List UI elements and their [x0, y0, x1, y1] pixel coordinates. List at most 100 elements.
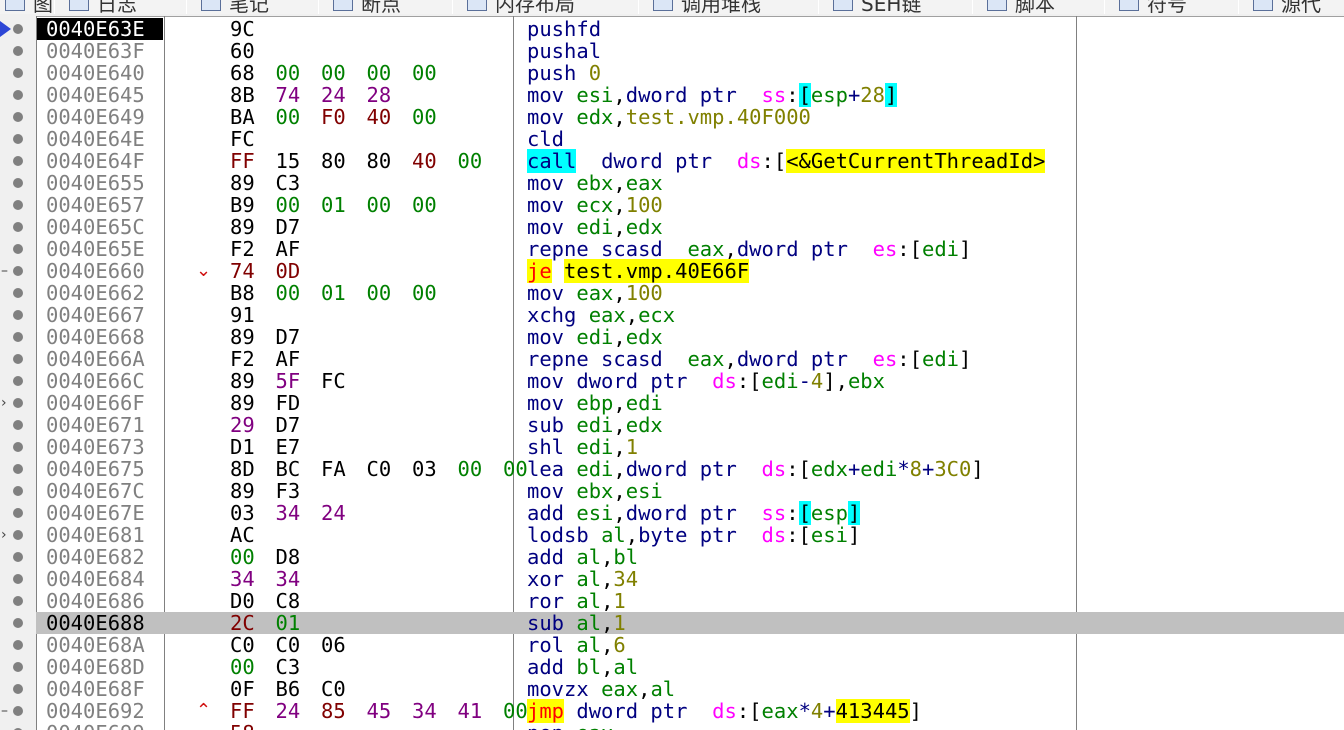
- instruction-address[interactable]: 0040E67E: [46, 502, 145, 524]
- instruction-address[interactable]: 0040E65C: [46, 216, 145, 238]
- breakpoint-dot-icon[interactable]: [13, 200, 23, 210]
- instruction-address[interactable]: 0040E686: [46, 590, 145, 612]
- tab-6[interactable]: SEH链: [818, 0, 974, 14]
- instruction-row[interactable]: 0040E63F 60 pushal: [0, 40, 1344, 62]
- instruction-address[interactable]: 0040E668: [46, 326, 145, 348]
- breakpoint-dot-icon[interactable]: [13, 134, 23, 144]
- instruction-row[interactable]: 0040E684 34 34 xor al,34: [0, 568, 1344, 590]
- instruction-row[interactable]: 0040E649 BA 00 F0 40 00 mov edx,test.vmp.40F00…: [0, 106, 1344, 128]
- tab-5[interactable]: 调用堆栈: [638, 0, 820, 14]
- instruction-address[interactable]: 0040E68F: [46, 678, 145, 700]
- disassembly-text[interactable]: add bl,al: [527, 656, 638, 678]
- instruction-row[interactable]: – 0040E660 ⌄ 74 0D je test.vmp.40E66F: [0, 259, 1344, 283]
- instruction-address[interactable]: 0040E655: [46, 172, 145, 194]
- instruction-row[interactable]: 0040E68F 0F B6 C0 movzx eax,al: [0, 678, 1344, 700]
- tab-1[interactable]: 日志: [54, 0, 188, 14]
- disassembly-text[interactable]: call dword ptr ds:[<&GetCurrentThreadId>: [527, 149, 1046, 173]
- instruction-address[interactable]: 0040E65E: [46, 238, 145, 260]
- instruction-address[interactable]: 0040E684: [46, 568, 145, 590]
- instruction-address[interactable]: 0040E640: [46, 62, 145, 84]
- disassembly-text[interactable]: movzx eax,al: [527, 678, 675, 700]
- instruction-row[interactable]: 0040E667 91 xchg eax,ecx: [0, 304, 1344, 326]
- breakpoint-dot-icon[interactable]: [13, 266, 23, 276]
- instruction-row[interactable]: 0040E63E 9C pushfd: [0, 18, 1344, 40]
- disassembly-text[interactable]: add al,bl: [527, 546, 638, 568]
- disassembly-text[interactable]: je test.vmp.40E66F: [527, 259, 750, 283]
- disassembly-text[interactable]: mov eax,100: [527, 282, 663, 304]
- instruction-address[interactable]: 0040E692: [46, 700, 145, 722]
- breakpoint-dot-icon[interactable]: [13, 684, 23, 694]
- instruction-row[interactable]: 0040E67C 89 F3 mov ebx,esi: [0, 480, 1344, 502]
- instruction-row[interactable]: 0040E67E 03 34 24 add esi,dword ptr ss:[esp]: [0, 501, 1344, 525]
- instruction-address[interactable]: 0040E662: [46, 282, 145, 304]
- breakpoint-dot-icon[interactable]: [13, 552, 23, 562]
- instruction-row[interactable]: 0040E682 00 D8 add al,bl: [0, 546, 1344, 568]
- instruction-row[interactable]: 0040E65E F2 AF repne scasd eax,dword ptr es…: [0, 238, 1344, 260]
- instruction-row[interactable]: 0040E640 68 00 00 00 00 push 0: [0, 62, 1344, 84]
- tab-0[interactable]: 图: [0, 0, 56, 14]
- instruction-row[interactable]: 0040E668 89 D7 mov edi,edx: [0, 326, 1344, 348]
- tab-8[interactable]: 符号: [1104, 0, 1240, 14]
- breakpoint-dot-icon[interactable]: [13, 530, 23, 540]
- breakpoint-dot-icon[interactable]: [13, 332, 23, 342]
- breakpoint-dot-icon[interactable]: [13, 508, 23, 518]
- instruction-row[interactable]: 0040E657 B9 00 01 00 00 mov ecx,100: [0, 194, 1344, 216]
- breakpoint-dot-icon[interactable]: [13, 398, 23, 408]
- tab-4[interactable]: 内存布局: [452, 0, 640, 14]
- instruction-row[interactable]: 0040E66C 89 5F FC mov dword ptr ds:[edi-4],e…: [0, 370, 1344, 392]
- disassembly-text[interactable]: pop eax: [527, 722, 613, 730]
- instruction-row[interactable]: 0040E68A C0 C0 06 rol al,6: [0, 634, 1344, 656]
- tab-9[interactable]: 源代: [1238, 0, 1344, 14]
- breakpoint-dot-icon[interactable]: [13, 178, 23, 188]
- instruction-row[interactable]: 0040E673 D1 E7 shl edi,1: [0, 436, 1344, 458]
- disassembly-text[interactable]: shl edi,1: [527, 436, 638, 458]
- disassembly-text[interactable]: jmp dword ptr ds:[eax*4+413445]: [527, 699, 922, 723]
- breakpoint-dot-icon[interactable]: [13, 596, 23, 606]
- instruction-row[interactable]: 0040E655 89 C3 mov ebx,eax: [0, 172, 1344, 194]
- disassembly-text[interactable]: sub al,1: [527, 612, 626, 634]
- breakpoint-dot-icon[interactable]: [13, 486, 23, 496]
- breakpoint-dot-icon[interactable]: [13, 376, 23, 386]
- instruction-address[interactable]: 0040E66F: [46, 392, 145, 414]
- instruction-row[interactable]: 0040E66A F2 AF repne scasd eax,dword ptr es…: [0, 348, 1344, 370]
- instruction-address[interactable]: 0040E64F: [46, 150, 145, 172]
- instruction-address[interactable]: 0040E67C: [46, 480, 145, 502]
- disassembly-text[interactable]: sub edi,edx: [527, 414, 663, 436]
- instruction-address[interactable]: 0040E667: [46, 304, 145, 326]
- breakpoint-dot-icon[interactable]: [13, 618, 23, 628]
- disassembly-text[interactable]: mov ebp,edi: [527, 392, 663, 414]
- instruction-address[interactable]: 0040E671: [46, 414, 145, 436]
- instruction-address[interactable]: 0040E699: [46, 722, 145, 730]
- instruction-row[interactable]: › 0040E66F 89 FD mov ebp,edi: [0, 392, 1344, 414]
- instruction-address[interactable]: 0040E68A: [46, 634, 145, 656]
- breakpoint-dot-icon[interactable]: [13, 574, 23, 584]
- disassembly-text[interactable]: rol al,6: [527, 634, 626, 656]
- breakpoint-dot-icon[interactable]: [13, 244, 23, 254]
- instruction-row[interactable]: 0040E671 29 D7 sub edi,edx: [0, 414, 1344, 436]
- instruction-row[interactable]: 0040E64E FC cld: [0, 128, 1344, 150]
- disassembly-text[interactable]: pushfd: [527, 18, 601, 40]
- instruction-address[interactable]: 0040E645: [46, 84, 145, 106]
- instruction-row[interactable]: 0040E65C 89 D7 mov edi,edx: [0, 216, 1344, 238]
- breakpoint-dot-icon[interactable]: [13, 442, 23, 452]
- disassembly-text[interactable]: mov ebx,eax: [527, 172, 663, 194]
- disassembly-text[interactable]: add esi,dword ptr ss:[esp]: [527, 501, 861, 525]
- breakpoint-dot-icon[interactable]: [13, 222, 23, 232]
- instruction-address[interactable]: 0040E657: [46, 194, 145, 216]
- instruction-row[interactable]: 0040E699 58 pop eax: [0, 722, 1344, 730]
- tab-2[interactable]: 笔记: [186, 0, 320, 14]
- breakpoint-dot-icon[interactable]: [13, 310, 23, 320]
- tab-3[interactable]: 断点: [318, 0, 454, 14]
- instruction-address[interactable]: 0040E63E: [46, 18, 145, 40]
- instruction-row[interactable]: 0040E645 8B 74 24 28 mov esi,dword ptr ss:[es…: [0, 83, 1344, 107]
- instruction-address[interactable]: 0040E64E: [46, 128, 145, 150]
- instruction-address[interactable]: 0040E66C: [46, 370, 145, 392]
- disassembly-text[interactable]: mov edi,edx: [527, 326, 663, 348]
- instruction-row[interactable]: 0040E675 8D BC FA C0 03 00 00 lea edi,dword ptr …: [0, 458, 1344, 480]
- instruction-address[interactable]: 0040E649: [46, 106, 145, 128]
- disassembly-text[interactable]: ror al,1: [527, 590, 626, 612]
- instruction-address[interactable]: 0040E660: [46, 260, 145, 282]
- disassembly-text[interactable]: mov ebx,esi: [527, 480, 663, 502]
- breakpoint-dot-icon[interactable]: [13, 662, 23, 672]
- instruction-row[interactable]: 0040E686 D0 C8 ror al,1: [0, 590, 1344, 612]
